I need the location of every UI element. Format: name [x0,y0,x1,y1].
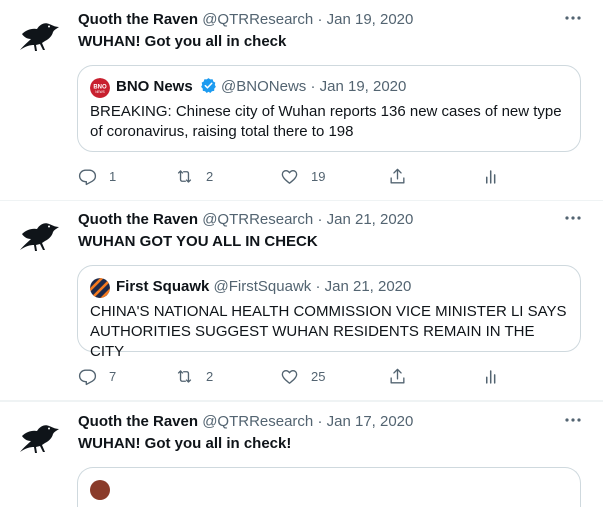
quoted-avatar[interactable] [90,480,110,500]
quoted-tweet[interactable]: BNO NEWS BNO News @BNONews · Jan 19, 202… [77,65,581,152]
quoted-tweet-header: First Squawk @FirstSquawk · Jan 21, 2020 [116,277,411,297]
quoted-author-name[interactable]: First Squawk [116,278,209,295]
retweet-count: 2 [206,368,214,384]
first-squawk-avatar[interactable] [90,278,110,298]
quoted-tweet[interactable]: First Squawk @FirstSquawk · Jan 21, 2020… [77,265,581,360]
quoted-author-handle[interactable]: @BNONews [221,78,306,95]
heart-icon [280,367,299,386]
tweet-text: WUHAN GOT YOU ALL IN CHECK [78,233,318,250]
tweet-header: Quoth the Raven @QTRResearch · Jan 17, 2… [78,412,413,432]
quoted-tweet-header: BNO News @BNONews · Jan 19, 2020 [116,77,406,97]
share-icon [388,167,407,186]
more-horizontal-icon[interactable] [563,208,583,228]
like-count: 19 [311,168,326,184]
analytics-button[interactable] [482,165,501,187]
quoted-tweet-text: CHINA'S NATIONAL HEALTH COMMISSION VICE … [90,303,567,360]
retweet-button[interactable]: 2 [175,165,213,187]
share-icon [388,367,407,386]
reply-icon [78,367,97,386]
svg-text:NEWS: NEWS [95,90,105,94]
tweet-header: Quoth the Raven @QTRResearch · Jan 19, 2… [78,10,413,30]
like-button[interactable]: 19 [280,165,325,187]
retweet-icon [175,367,194,386]
analytics-button[interactable] [482,365,501,387]
retweet-button[interactable]: 2 [175,365,213,387]
reply-count: 1 [109,168,117,184]
heart-icon [280,167,299,186]
more-horizontal-icon[interactable] [563,410,583,430]
tweet-date[interactable]: Jan 17, 2020 [327,413,414,430]
author-name[interactable]: Quoth the Raven [78,211,198,228]
raven-avatar-icon[interactable] [18,212,64,258]
raven-avatar-icon[interactable] [18,414,64,460]
separator: · [317,413,323,430]
tweet-actions: 1 2 19 [0,165,603,187]
tweet[interactable]: Quoth the Raven @QTRResearch · Jan 21, 2… [0,200,603,401]
separator: · [317,211,323,228]
like-count: 25 [311,368,326,384]
author-name[interactable]: Quoth the Raven [78,413,198,430]
author-handle[interactable]: @QTRResearch [202,413,313,430]
quoted-tweet-date[interactable]: Jan 21, 2020 [325,278,412,295]
bno-news-avatar[interactable]: BNO NEWS [90,78,110,98]
reply-button[interactable]: 7 [78,365,116,387]
separator: · [317,11,323,28]
tweet-actions: 7 2 25 [0,365,603,387]
reply-icon [78,167,97,186]
separator: · [315,278,321,295]
quoted-tweet-date[interactable]: Jan 19, 2020 [320,78,407,95]
share-button[interactable] [388,165,407,187]
author-handle[interactable]: @QTRResearch [202,211,313,228]
raven-avatar-icon[interactable] [18,12,64,58]
like-button[interactable]: 25 [280,365,325,387]
separator: · [310,78,316,95]
tweet-text: WUHAN! Got you all in check! [78,435,292,452]
reply-button[interactable]: 1 [78,165,116,187]
analytics-icon [482,367,501,386]
quoted-tweet[interactable] [77,467,581,507]
tweet-date[interactable]: Jan 19, 2020 [327,11,414,28]
share-button[interactable] [388,365,407,387]
reply-count: 7 [109,368,117,384]
quoted-tweet-text: BREAKING: Chinese city of Wuhan reports … [90,103,562,140]
retweet-icon [175,167,194,186]
tweet[interactable]: Quoth the Raven @QTRResearch · Jan 17, 2… [0,401,603,507]
tweet-text: WUHAN! Got you all in check [78,33,287,50]
verified-badge-icon [200,78,216,94]
author-name[interactable]: Quoth the Raven [78,11,198,28]
tweet-header: Quoth the Raven @QTRResearch · Jan 21, 2… [78,210,413,230]
author-handle[interactable]: @QTRResearch [202,11,313,28]
tweet[interactable]: Quoth the Raven @QTRResearch · Jan 19, 2… [0,0,603,201]
retweet-count: 2 [206,168,214,184]
quoted-author-name[interactable]: BNO News [116,78,193,95]
analytics-icon [482,167,501,186]
tweet-date[interactable]: Jan 21, 2020 [327,211,414,228]
more-horizontal-icon[interactable] [563,8,583,28]
quoted-author-handle[interactable]: @FirstSquawk [214,278,312,295]
